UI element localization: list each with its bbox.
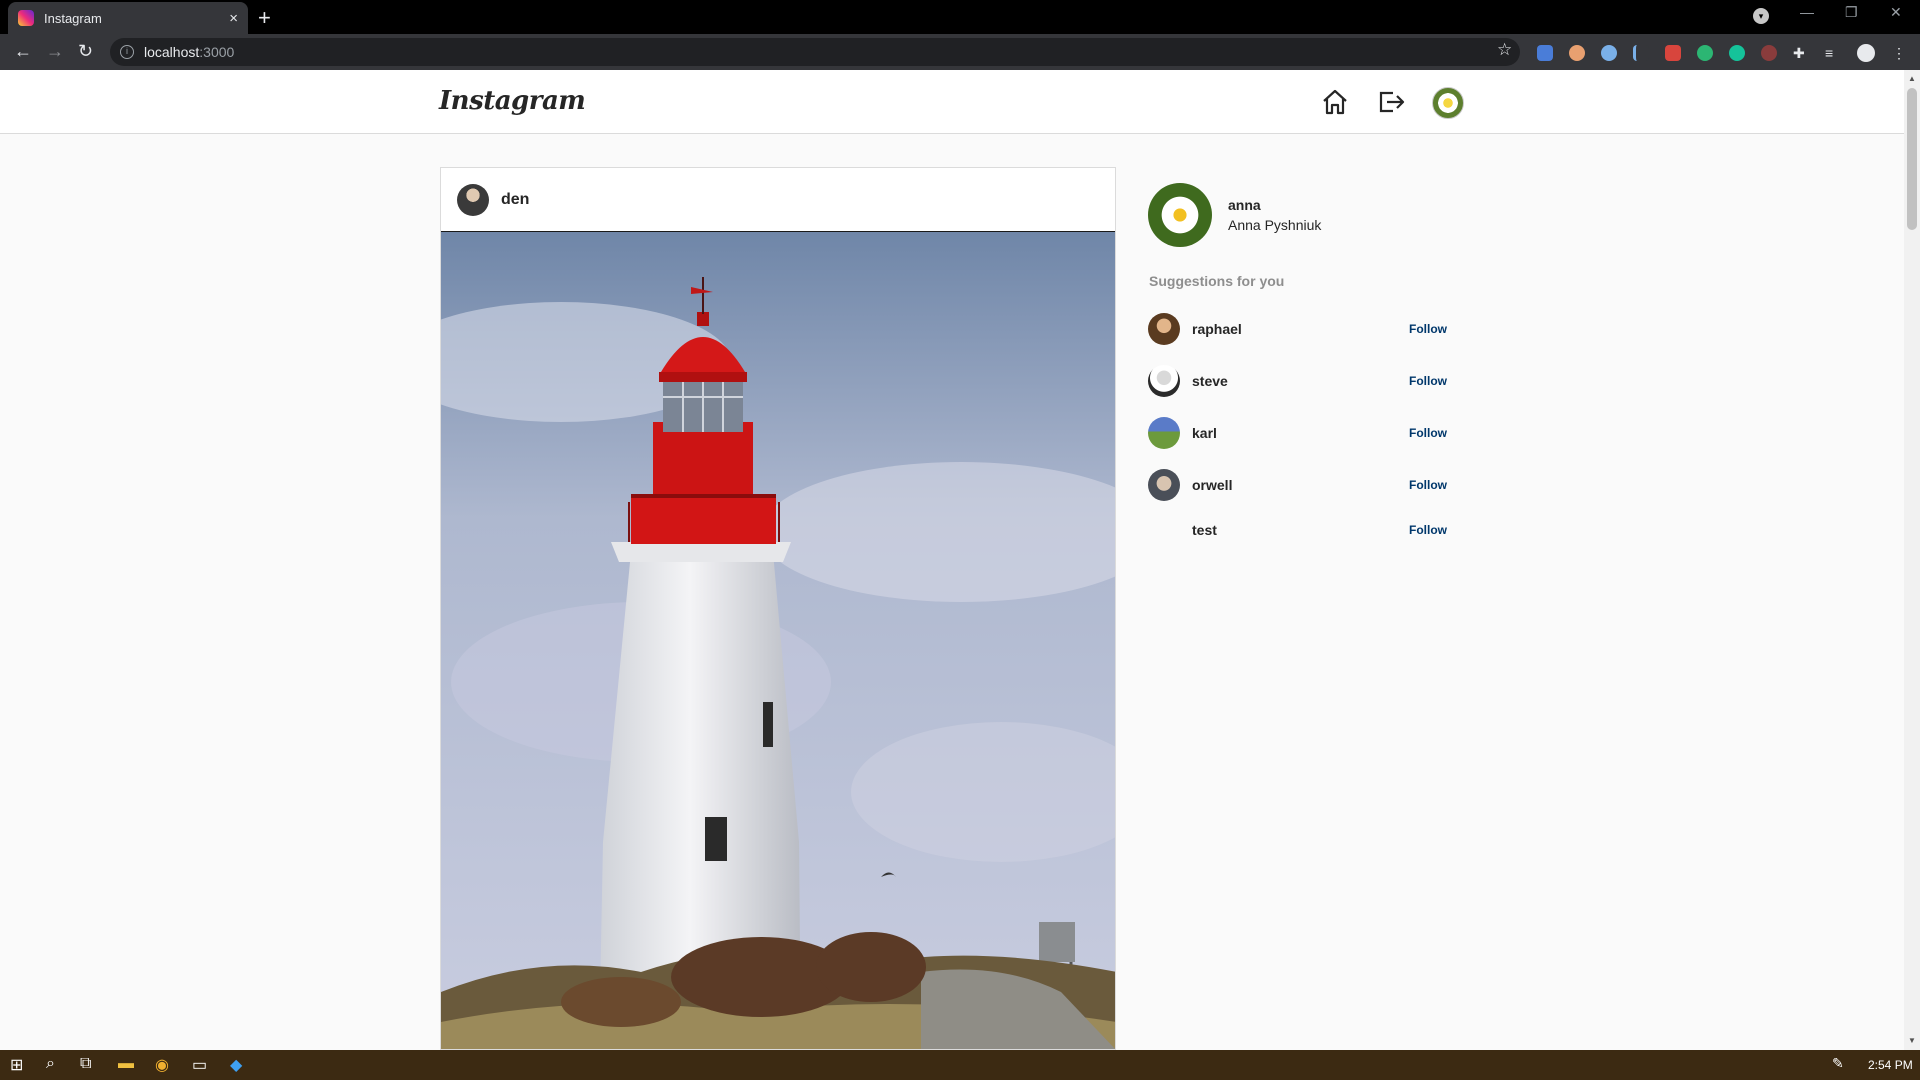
browser-toolbar: ← → ↻ i localhost:3000 ☆ ✚ ≡ ⋮ <box>0 34 1920 70</box>
suggestion-item: steve Follow <box>1148 364 1448 398</box>
suggestion-username[interactable]: test <box>1192 522 1409 538</box>
scrollbar-thumb[interactable] <box>1907 88 1917 230</box>
follow-button[interactable]: Follow <box>1409 426 1447 440</box>
browser-menu-icon[interactable]: ⋮ <box>1892 45 1908 61</box>
suggestion-item: test Follow <box>1148 513 1448 547</box>
extension-icon-8[interactable] <box>1761 45 1777 61</box>
suggestion-avatar[interactable] <box>1148 514 1180 546</box>
tab-search-icon[interactable]: ▾ <box>1753 8 1769 24</box>
extension-icon-5[interactable] <box>1665 45 1681 61</box>
follow-button[interactable]: Follow <box>1409 322 1447 336</box>
suggestions-title: Suggestions for you <box>1149 273 1285 289</box>
pen-icon[interactable]: ✎ <box>1832 1055 1844 1072</box>
profile-avatar-icon[interactable] <box>1857 44 1875 62</box>
url-host: localhost <box>144 44 200 60</box>
extension-icon-2[interactable] <box>1569 45 1585 61</box>
post-header: den <box>441 168 1115 232</box>
extension-icon-4[interactable] <box>1633 45 1649 61</box>
minimize-icon[interactable]: — <box>1800 4 1814 20</box>
instagram-header: Instagram <box>0 70 1904 134</box>
scroll-down-icon[interactable]: ▼ <box>1908 1036 1916 1045</box>
feed-post: den <box>440 167 1116 1050</box>
profile-avatar[interactable] <box>1432 87 1464 119</box>
suggestion-item: orwell Follow <box>1148 468 1448 502</box>
terminal-icon[interactable]: ▭ <box>192 1055 207 1075</box>
address-bar[interactable]: i localhost:3000 <box>110 38 1520 66</box>
back-icon[interactable]: ← <box>14 41 32 62</box>
current-user-username[interactable]: anna <box>1228 197 1321 213</box>
extension-icon-6[interactable] <box>1697 45 1713 61</box>
current-user-avatar[interactable] <box>1148 183 1212 247</box>
scroll-up-icon[interactable]: ▲ <box>1908 74 1916 83</box>
current-user-card: anna Anna Pyshniuk <box>1148 183 1321 247</box>
chrome-icon[interactable]: ◉ <box>155 1055 169 1075</box>
translate-extension-icon[interactable] <box>1537 45 1553 61</box>
post-author-username[interactable]: den <box>501 191 529 209</box>
start-icon[interactable]: ⊞ <box>10 1055 23 1075</box>
suggestion-username[interactable]: karl <box>1192 425 1409 441</box>
clock[interactable]: 2:54 PM <box>1868 1058 1913 1072</box>
instagram-logo[interactable]: Instagram <box>439 86 586 116</box>
suggestion-avatar[interactable] <box>1148 365 1180 397</box>
extension-icon-3[interactable] <box>1601 45 1617 61</box>
suggestion-avatar[interactable] <box>1148 469 1180 501</box>
grammarly-extension-icon[interactable] <box>1729 45 1745 61</box>
browser-tab-strip: Instagram × + ▾ — ❐ ✕ <box>0 0 1920 34</box>
follow-button[interactable]: Follow <box>1409 523 1447 537</box>
suggestion-username[interactable]: steve <box>1192 373 1409 389</box>
window-close-icon[interactable]: ✕ <box>1890 4 1902 21</box>
extensions-puzzle-icon[interactable]: ✚ <box>1793 45 1809 61</box>
instagram-favicon-icon <box>18 10 34 26</box>
suggestion-username[interactable]: orwell <box>1192 477 1409 493</box>
current-user-fullname: Anna Pyshniuk <box>1228 217 1322 233</box>
forward-icon[interactable]: → <box>46 41 64 62</box>
search-icon[interactable]: ⌕ <box>46 1055 55 1073</box>
follow-button[interactable]: Follow <box>1409 478 1447 492</box>
reload-icon[interactable]: ↻ <box>78 41 93 62</box>
logout-icon[interactable] <box>1376 87 1406 117</box>
media-control-icon[interactable]: ≡ <box>1825 45 1841 61</box>
lighthouse-photo <box>441 232 1115 1049</box>
task-view-icon[interactable]: ⧉ <box>80 1055 91 1073</box>
new-tab-button[interactable]: + <box>258 5 271 31</box>
post-author-avatar[interactable] <box>457 183 489 216</box>
tab-close-icon[interactable]: × <box>229 10 238 27</box>
suggestion-username[interactable]: raphael <box>1192 321 1409 337</box>
suggestion-item: karl Follow <box>1148 416 1448 450</box>
browser-tab[interactable]: Instagram × <box>8 2 248 34</box>
url-port: :3000 <box>199 44 235 60</box>
bookmark-star-icon[interactable]: ☆ <box>1497 40 1512 60</box>
site-info-icon[interactable]: i <box>120 45 134 59</box>
windows-taskbar: ⊞ ⌕ ⧉ ▬ ◉ ▭ ◆ ✎ 2:54 PM <box>0 1050 1920 1080</box>
file-explorer-icon[interactable]: ▬ <box>118 1055 134 1073</box>
follow-button[interactable]: Follow <box>1409 374 1447 388</box>
post-image[interactable] <box>441 232 1115 1049</box>
tab-title: Instagram <box>44 10 102 26</box>
suggestion-item: raphael Follow <box>1148 312 1448 346</box>
restore-icon[interactable]: ❐ <box>1845 4 1858 21</box>
vscode-icon[interactable]: ◆ <box>230 1055 242 1075</box>
home-icon[interactable] <box>1320 87 1350 117</box>
suggestion-avatar[interactable] <box>1148 313 1180 345</box>
suggestion-avatar[interactable] <box>1148 417 1180 449</box>
page-scrollbar[interactable]: ▲ ▼ <box>1904 70 1920 1050</box>
